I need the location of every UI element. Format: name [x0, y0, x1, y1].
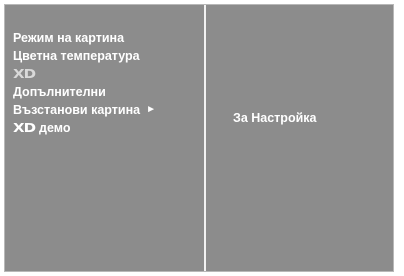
osd-frame: Режим на картина Цветна температура XD Д…: [0, 0, 404, 276]
menu-item-label: Цветна температура: [13, 49, 140, 63]
xd-logo-icon: XD: [13, 66, 36, 82]
menu-item-picture-reset[interactable]: Възстанови картина ►: [13, 101, 203, 119]
menu-item-xd-demo[interactable]: XD демо: [13, 119, 203, 137]
picture-menu-panel: Режим на картина Цветна температура XD Д…: [4, 4, 394, 272]
picture-menu: Режим на картина Цветна температура XD Д…: [13, 29, 203, 137]
menu-item-label: Режим на картина: [13, 31, 125, 45]
menu-item-label: Възстанови картина: [13, 103, 141, 117]
menu-item-label: Допълнителни: [13, 85, 106, 99]
submenu-option-setup[interactable]: За Настройка: [233, 111, 316, 125]
menu-item-label: демо: [39, 121, 71, 135]
xd-logo-icon: XD: [13, 120, 36, 136]
menu-item-advanced[interactable]: Допълнителни: [13, 83, 203, 101]
menu-item-xd[interactable]: XD: [13, 65, 203, 83]
right-arrow-icon: ►: [146, 104, 156, 115]
menu-item-color-temperature[interactable]: Цветна температура: [13, 47, 203, 65]
menu-item-picture-mode[interactable]: Режим на картина: [13, 29, 203, 47]
panel-divider: [204, 5, 206, 271]
